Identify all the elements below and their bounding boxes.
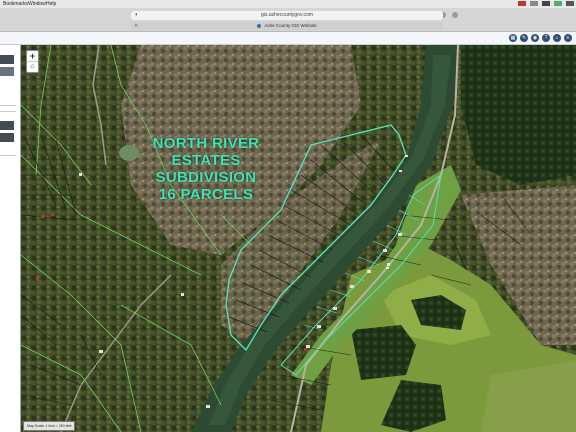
subdivision-label: NORTH RIVER ESTATES SUBDIVISION 16 PARCE… <box>121 135 291 203</box>
status-icon <box>554 1 562 6</box>
map-scale: Map Scale: 1 inch = 250 feet <box>23 421 76 431</box>
status-icon <box>530 1 538 6</box>
panel-tab-button[interactable] <box>0 121 14 130</box>
panel-divider <box>0 111 16 112</box>
zoom-control: + ⌂ <box>26 50 39 73</box>
left-panel <box>0 45 21 432</box>
menu-icon[interactable]: ≡ <box>564 34 572 42</box>
page-info-icon[interactable]: ◐ <box>135 11 139 20</box>
aerial-imagery <box>21 45 576 432</box>
panel-divider <box>0 155 16 156</box>
menu-bar: Bookmarks Window Help <box>0 0 576 8</box>
label-line: SUBDIVISION <box>155 169 257 186</box>
map-view[interactable]: + ⌂ NORTH RIVER ESTATES SUBDIVISION 16 P… <box>21 45 576 432</box>
home-icon[interactable]: ⌂ <box>553 34 561 42</box>
label-line: NORTH RIVER <box>152 135 260 152</box>
browser-tab[interactable]: ✕ Ashe County GIS Website <box>131 22 443 30</box>
label-line: 16 PARCELS <box>158 186 254 203</box>
new-tab-icon[interactable] <box>452 12 458 18</box>
favicon-icon <box>257 23 262 28</box>
help-icon[interactable]: ? <box>542 34 550 42</box>
menu-help[interactable]: Help <box>46 1 56 7</box>
globe-icon[interactable]: ◉ <box>531 34 539 42</box>
close-tab-icon[interactable]: ✕ <box>134 22 138 30</box>
gis-toolbar: ▦ ✎ ◉ ? ⌂ ≡ <box>0 32 576 45</box>
panel-tab-button[interactable] <box>0 67 14 76</box>
print-icon[interactable]: ▦ <box>509 34 517 42</box>
browser-chrome: ◐ gis.ashecountygov.com ✕ Ashe County GI… <box>0 8 576 32</box>
tab-title: Ashe County GIS Website <box>264 23 317 28</box>
status-icon <box>542 1 550 6</box>
status-icon <box>566 1 574 6</box>
flag-icon <box>518 1 526 6</box>
panel-tab-button[interactable] <box>0 133 14 142</box>
panel-divider <box>0 105 16 106</box>
label-line: ESTATES <box>171 152 241 169</box>
home-extent-icon[interactable]: ⌂ <box>27 62 38 72</box>
url-text: gis.ashecountygov.com <box>261 12 313 18</box>
zoom-in-button[interactable]: + <box>27 51 38 62</box>
panel-tab-button[interactable] <box>0 55 14 64</box>
address-bar[interactable]: ◐ gis.ashecountygov.com <box>131 11 443 20</box>
menu-bookmarks[interactable]: Bookmarks <box>3 1 28 7</box>
menu-window[interactable]: Window <box>28 1 46 7</box>
measure-icon[interactable]: ✎ <box>520 34 528 42</box>
